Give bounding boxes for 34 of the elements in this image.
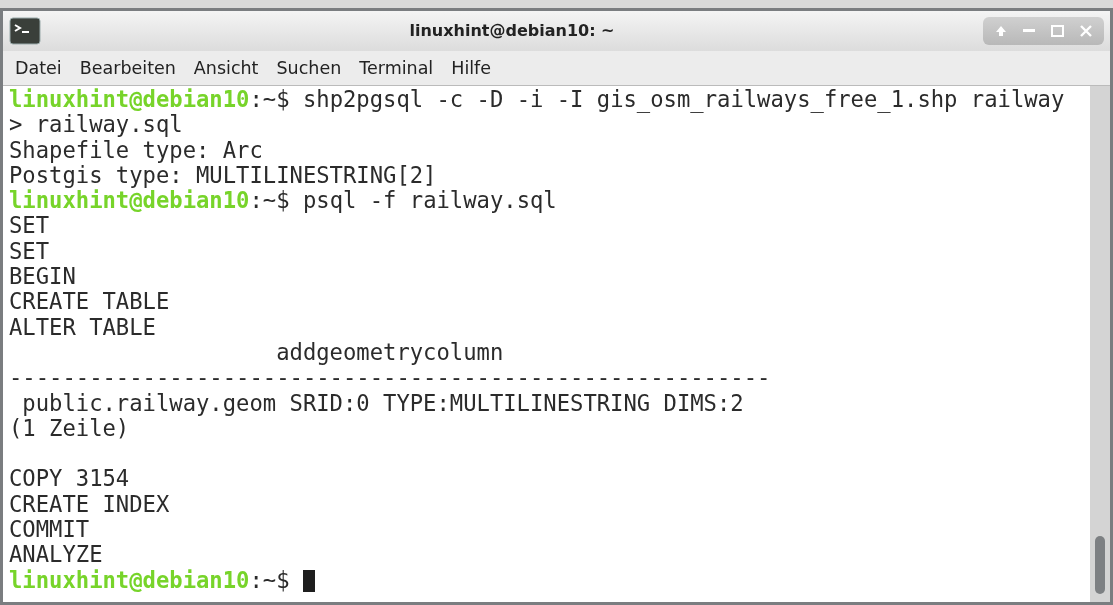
command-text: psql -f railway.sql (302, 188, 557, 214)
menu-item[interactable]: Datei (9, 54, 68, 82)
output-line: public.railway.geom SRID:0 TYPE:MULTILINESTRING DIMS:2 (21, 390, 744, 416)
menu-item[interactable]: Ansicht (187, 54, 265, 82)
terminal-icon (9, 17, 41, 45)
arrow-up-icon[interactable] (995, 25, 1007, 37)
prompt-text: linuxhint@debian10:~$ (9, 188, 290, 214)
menu-item[interactable]: Suchen (270, 54, 348, 82)
output-line: ALTER TABLE (9, 314, 156, 340)
output-line: CREATE TABLE (9, 289, 170, 315)
scrollbar-thumb[interactable] (1095, 536, 1105, 594)
maximize-icon[interactable] (1051, 25, 1064, 37)
output-line: SET (9, 213, 50, 239)
command-text: shp2pgsql -c -D -i -I gis_osm_railways_free_1.shp railway (302, 87, 1065, 113)
output-line: COMMIT (9, 517, 90, 543)
window-title: linuxhint@debian10: ~ (408, 20, 616, 42)
menu-item[interactable]: Hilfe (445, 54, 498, 82)
minimize-icon[interactable] (1023, 29, 1035, 33)
output-line: COPY 3154 (9, 466, 130, 492)
output-line: --------------------------------------------------------- (9, 365, 771, 391)
output-line: (1 Zeile) (9, 415, 130, 442)
menu-item[interactable]: Bearbeiten (73, 54, 182, 82)
output-line: ANALYZE (9, 542, 103, 568)
menu-item[interactable]: Terminal (353, 54, 440, 82)
output-line: SET (9, 238, 50, 265)
output-line: Postgis type: MULTILINESTRING[2] (9, 162, 437, 189)
output-line: BEGIN (9, 264, 76, 290)
output-line: CREATE INDEX (9, 491, 170, 518)
close-icon[interactable] (1080, 25, 1092, 37)
output-line: > railway.sql (9, 112, 183, 138)
prompt-text: linuxhint@debian10:~$ (9, 87, 290, 113)
output-line: addgeometrycolumn (275, 339, 504, 366)
output-line: Shapefile type: Arc (9, 137, 263, 163)
prompt-text: linuxhint@debian10:~$ (9, 567, 290, 593)
